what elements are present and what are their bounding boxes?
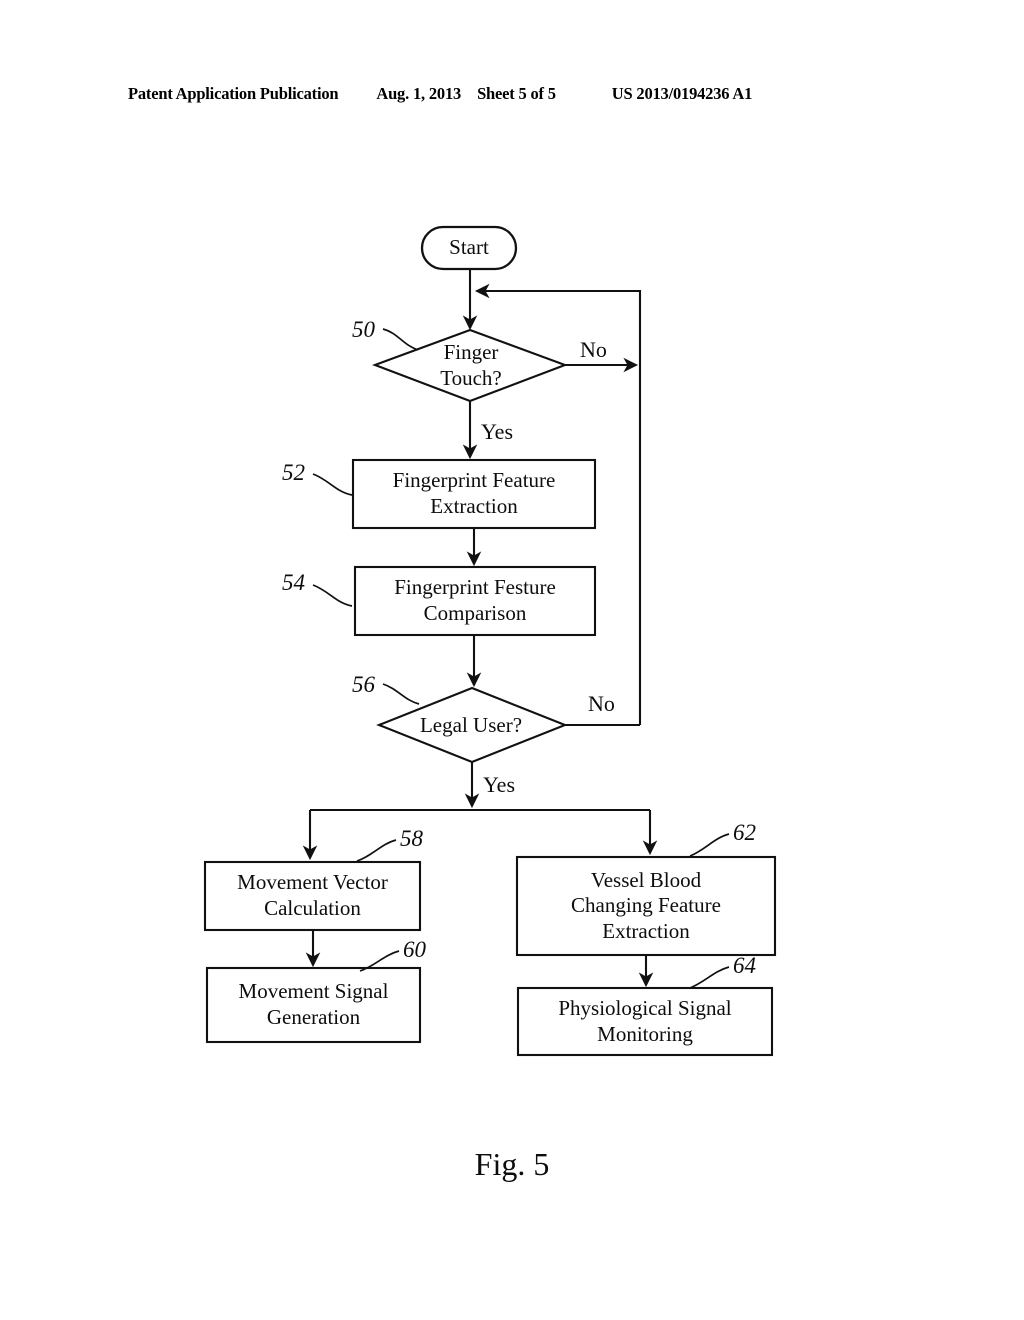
leader-line-62 bbox=[689, 833, 730, 857]
process-shape-movement-signal-generation bbox=[205, 966, 422, 1044]
leader-line-64 bbox=[689, 966, 730, 989]
start-terminator-shape bbox=[420, 225, 518, 271]
leader-line-56 bbox=[382, 683, 420, 705]
leader-line-58 bbox=[356, 839, 397, 862]
process-shape-fingerprint-feature-comparison bbox=[353, 565, 597, 637]
flowchart-figure: Start Finger Touch? Legal User? Fingerpr… bbox=[0, 0, 1024, 1320]
leader-line-54 bbox=[312, 584, 353, 607]
figure-caption: Fig. 5 bbox=[474, 1146, 550, 1182]
leader-line-52 bbox=[312, 473, 353, 496]
leader-line-50 bbox=[382, 328, 419, 351]
process-shape-vessel-blood-changing-feature-extraction bbox=[515, 855, 777, 957]
flowchart-svg bbox=[203, 225, 777, 1057]
process-shape-movement-vector-calculation bbox=[203, 860, 422, 932]
process-shape-fingerprint-feature-extraction bbox=[351, 458, 597, 530]
process-shape-physiological-signal-monitoring bbox=[516, 986, 774, 1057]
